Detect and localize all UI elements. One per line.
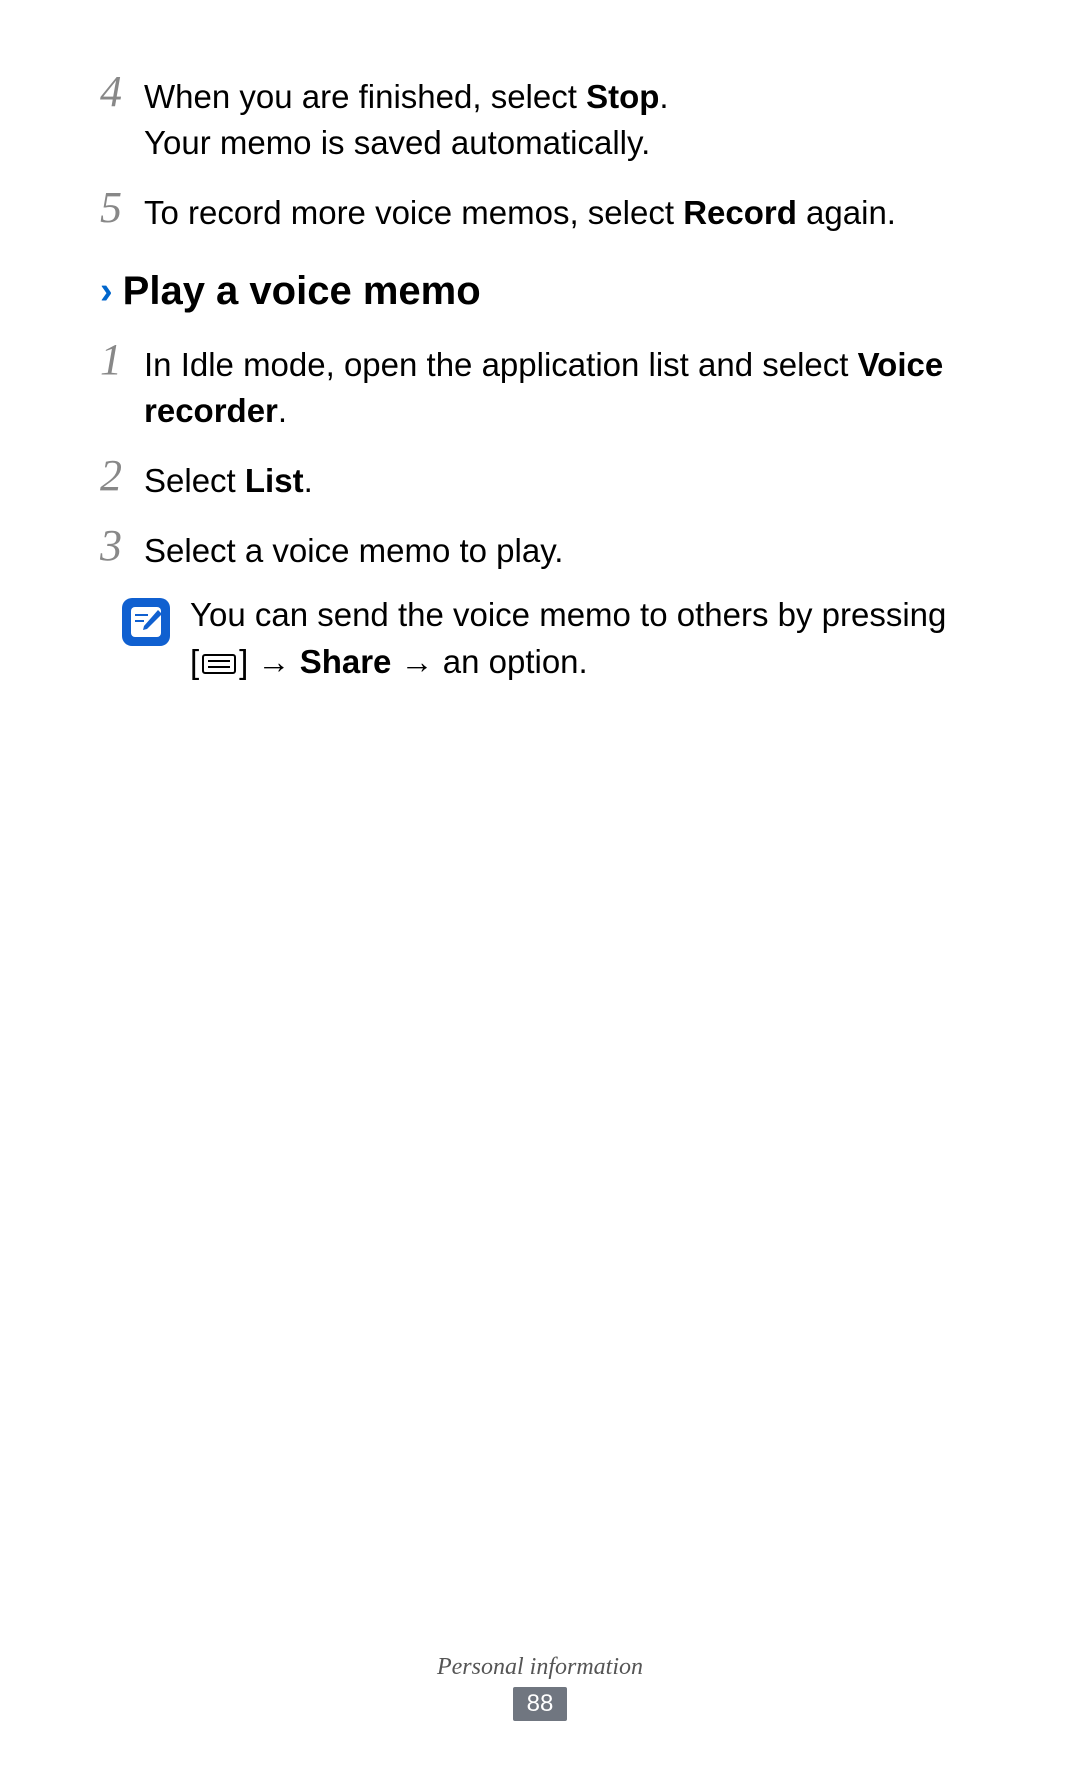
step-item: 5To record more voice memos, select Reco… xyxy=(100,184,980,236)
section-heading: › Play a voice memo xyxy=(100,269,980,314)
footer-section-label: Personal information xyxy=(0,1654,1080,1681)
step-text: To record more voice memos, select Recor… xyxy=(144,184,980,236)
step-text: Select a voice memo to play. xyxy=(144,522,980,574)
step-number: 1 xyxy=(100,336,144,384)
step-number: 2 xyxy=(100,452,144,500)
step-item: 2Select List. xyxy=(100,452,980,504)
menu-icon xyxy=(201,652,237,676)
step-number: 5 xyxy=(100,184,144,232)
step-number: 3 xyxy=(100,522,144,570)
steps-before-heading: 4When you are finished, select Stop.Your… xyxy=(100,68,980,237)
step-item: 3Select a voice memo to play. xyxy=(100,522,980,574)
page-number: 88 xyxy=(513,1687,568,1721)
page-footer: Personal information 88 xyxy=(0,1654,1080,1721)
step-item: 1In Idle mode, open the application list… xyxy=(100,336,980,434)
step-text: In Idle mode, open the application list … xyxy=(144,336,980,434)
note-edit-icon xyxy=(120,596,172,648)
note-item: You can send the voice memo to others by… xyxy=(100,592,980,684)
page-content: 4When you are finished, select Stop.Your… xyxy=(100,68,980,685)
step-text: When you are finished, select Stop.Your … xyxy=(144,68,980,166)
note-text: You can send the voice memo to others by… xyxy=(190,592,980,684)
heading-text: Play a voice memo xyxy=(123,269,481,314)
steps-after-heading: 1In Idle mode, open the application list… xyxy=(100,336,980,575)
step-number: 4 xyxy=(100,68,144,116)
step-text: Select List. xyxy=(144,452,980,504)
step-item: 4When you are finished, select Stop.Your… xyxy=(100,68,980,166)
chevron-icon: › xyxy=(100,272,113,310)
